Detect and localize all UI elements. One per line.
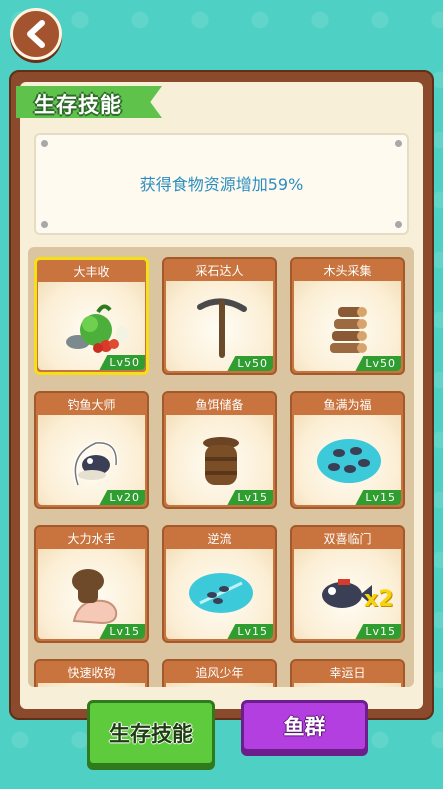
skill-name: 追风少年 bbox=[195, 666, 244, 680]
skill-image: x2 Lv15 bbox=[294, 549, 401, 639]
skill-image bbox=[294, 683, 401, 687]
skill-name: 幸运日 bbox=[329, 666, 366, 680]
skill-card-bait-storage[interactable]: 鱼饵储备 Lv15 bbox=[162, 391, 277, 509]
tab-survival-skills[interactable]: 生存技能 bbox=[87, 700, 215, 766]
rivet bbox=[395, 140, 402, 147]
rivet bbox=[41, 140, 48, 147]
skill-image: Lv50 bbox=[38, 282, 145, 370]
skill-card-strongman[interactable]: 大力水手 Lv15 bbox=[34, 525, 149, 643]
skill-image bbox=[166, 683, 273, 687]
skill-image: Lv15 bbox=[166, 415, 273, 505]
skill-description: 获得食物资源增加59% bbox=[139, 175, 304, 194]
panel-title: 生存技能 bbox=[34, 93, 122, 117]
skill-level: Lv15 bbox=[227, 490, 273, 505]
skill-image: Lv15 bbox=[166, 549, 273, 639]
skill-image: Lv15 bbox=[294, 415, 401, 505]
skill-name: 鱼满为福 bbox=[323, 398, 372, 412]
skill-name: 鱼饵储备 bbox=[195, 398, 244, 412]
rivet bbox=[395, 221, 402, 228]
skill-name: 大丰收 bbox=[73, 265, 110, 279]
skill-card-double-luck[interactable]: 双喜临门 x2 Lv15 bbox=[290, 525, 405, 643]
skill-image bbox=[38, 683, 145, 687]
tab-fish-school[interactable]: 鱼群 bbox=[241, 700, 368, 752]
skill-name: 钓鱼大师 bbox=[67, 398, 116, 412]
rivet bbox=[41, 221, 48, 228]
skill-name: 双喜临门 bbox=[323, 532, 372, 546]
skill-card-fishing-master[interactable]: 钓鱼大师 Lv20 bbox=[34, 391, 149, 509]
skill-card-quarry[interactable]: 采石达人 Lv50 bbox=[162, 257, 277, 375]
skill-card-wind-chaser[interactable]: 追风少年 bbox=[162, 659, 277, 687]
skill-name: 大力水手 bbox=[67, 532, 116, 546]
skill-image: Lv50 bbox=[166, 281, 273, 371]
skill-level: Lv15 bbox=[227, 624, 273, 639]
skill-image: Lv20 bbox=[38, 415, 145, 505]
skill-card-harvest[interactable]: 大丰收 Lv50 bbox=[34, 257, 149, 375]
skill-card-wood[interactable]: 木头采集 Lv50 bbox=[290, 257, 405, 375]
skill-level: Lv50 bbox=[99, 355, 145, 370]
skill-level: Lv15 bbox=[355, 490, 401, 505]
skill-name: 采石达人 bbox=[195, 264, 244, 278]
skills-grid: 大丰收 Lv50 采石达人 Lv50 木头采集 Lv50 钓鱼大师 Lv20 鱼… bbox=[28, 247, 414, 687]
skill-level: Lv15 bbox=[355, 624, 401, 639]
skill-level: Lv20 bbox=[99, 490, 145, 505]
double-badge: x2 bbox=[364, 587, 394, 612]
skill-card-upstream[interactable]: 逆流 Lv15 bbox=[162, 525, 277, 643]
skill-level: Lv15 bbox=[99, 624, 145, 639]
skill-name: 逆流 bbox=[207, 532, 232, 546]
skill-image: Lv50 bbox=[294, 281, 401, 371]
skill-level: Lv50 bbox=[227, 356, 273, 371]
skill-name: 快速收钩 bbox=[67, 666, 116, 680]
skill-card-quick-hook[interactable]: 快速收钩 bbox=[34, 659, 149, 687]
skill-description-box: 获得食物资源增加59% bbox=[34, 133, 409, 235]
back-button[interactable] bbox=[10, 8, 62, 60]
chevron-left-icon bbox=[27, 20, 45, 48]
skill-level: Lv50 bbox=[355, 356, 401, 371]
skill-card-lucky-day[interactable]: 幸运日 bbox=[290, 659, 405, 687]
skill-name: 木头采集 bbox=[323, 264, 372, 278]
skill-image: Lv15 bbox=[38, 549, 145, 639]
skill-card-fish-fortune[interactable]: 鱼满为福 Lv15 bbox=[290, 391, 405, 509]
